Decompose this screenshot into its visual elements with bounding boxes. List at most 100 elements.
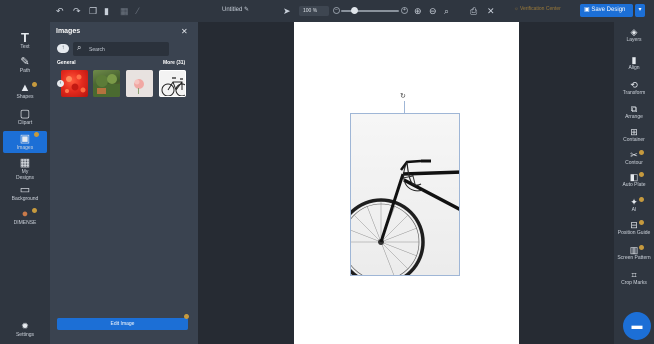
tool-label: Arrange — [625, 114, 643, 120]
sidebar-item-text[interactable]: T Text — [3, 31, 47, 50]
gear-icon: ✹ — [21, 321, 29, 331]
dimense-icon: ● — [21, 208, 29, 220]
zoom-out-magnifier-icon[interactable]: ⊖ — [429, 5, 437, 17]
badge-dot — [639, 220, 644, 225]
tool-auto-plate[interactable]: ◧ Auto Plate — [614, 172, 654, 188]
category-label: General — [57, 60, 76, 66]
zoom-slider-track[interactable] — [341, 10, 399, 12]
tool-arrange[interactable]: ⧉ Arrange — [614, 104, 654, 120]
rotate-handle-line — [404, 101, 405, 113]
tool-position-guide[interactable]: ⊟ Position Guide — [614, 220, 654, 236]
more-link[interactable]: More (31) — [163, 60, 185, 66]
sidebar-item-label: Settings — [15, 332, 35, 338]
tool-crop-marks[interactable]: ⌗ Crop Marks — [614, 270, 654, 286]
search-input[interactable] — [89, 45, 165, 54]
clipart-icon: ▢ — [19, 108, 31, 120]
align-icon: ▮ — [631, 55, 637, 65]
sidebar-item-path[interactable]: ✎ Path — [3, 56, 47, 74]
tool-label: Crop Marks — [621, 280, 647, 286]
copy-icon[interactable]: ❐ — [89, 5, 97, 17]
scroll-left-icon[interactable]: ‹ — [57, 80, 64, 87]
green-garden-thumbnail[interactable] — [93, 70, 120, 97]
edit-image-button[interactable]: Edit Image — [57, 318, 188, 330]
close-icon[interactable]: ✕ — [487, 5, 495, 17]
sidebar-item-clipart[interactable]: ▢ Clipart — [3, 108, 47, 126]
document-title[interactable]: Untitled ✎ — [222, 6, 249, 13]
sidebar-item-settings[interactable]: ✹ Settings — [3, 320, 47, 338]
badge-dot — [639, 150, 644, 155]
layers-icon: ◈ — [630, 27, 638, 37]
arrange-icon: ⧉ — [630, 104, 638, 114]
redo-icon[interactable]: ↷ — [73, 5, 81, 17]
pink-flower-thumbnail[interactable] — [126, 70, 153, 97]
rotate-handle-icon[interactable]: ↻ — [400, 92, 406, 100]
save-dropdown-button[interactable]: ▾ — [635, 4, 645, 17]
bicycle-image — [161, 77, 185, 96]
badge-dot — [32, 82, 37, 87]
sidebar-item-dimense[interactable]: ● DIMENSE — [3, 208, 47, 226]
sidebar-item-label: DIMENSE — [13, 220, 37, 226]
chevron-down-icon: ▾ — [638, 7, 642, 13]
grid-icon[interactable]: ▦ — [120, 5, 129, 17]
path-icon: ✎ — [20, 56, 30, 68]
zoom-input[interactable]: 100 % — [299, 6, 329, 16]
tool-label: Transform — [622, 90, 646, 96]
badge-dot — [639, 172, 644, 177]
tool-label: Screen Pattern — [617, 255, 651, 261]
bicycle-thumbnail[interactable] — [159, 70, 186, 97]
sidebar-item-label: Clipart — [17, 120, 33, 126]
badge-dot — [32, 208, 37, 213]
panel-title: Images — [56, 28, 81, 35]
tool-label: Position Guide — [617, 230, 651, 236]
document-title-text: Untitled — [222, 7, 243, 13]
tool-label: AI — [631, 207, 637, 213]
tool-label: Container — [623, 137, 645, 143]
verification-center-link[interactable]: ☼ Verification Center — [514, 6, 561, 12]
sidebar-item-background[interactable]: ▭ Background — [3, 184, 47, 202]
undo-icon[interactable]: ↶ — [56, 5, 64, 17]
badge-dot — [639, 197, 644, 202]
edit-title-icon[interactable]: ✎ — [244, 7, 249, 13]
sidebar-item-images[interactable]: ▣ Images — [3, 131, 47, 153]
fit-screen-icon[interactable]: ⌕ — [444, 5, 449, 17]
zoom-slider-thumb[interactable] — [351, 7, 358, 14]
zoom-in-plus-icon[interactable]: + — [401, 7, 408, 14]
red-abstract-thumbnail[interactable] — [61, 70, 88, 97]
sidebar-item-label: Text — [20, 44, 30, 50]
delete-icon[interactable]: ▮ — [104, 5, 109, 17]
close-panel-icon[interactable]: ✕ — [181, 27, 188, 36]
print-icon[interactable]: ⎙ — [470, 5, 477, 17]
pencil-icon[interactable]: ⁄ — [137, 5, 139, 17]
verification-label: Verification Center — [519, 6, 561, 12]
garden-image — [93, 74, 120, 97]
zoom-out-icon[interactable]: − — [333, 7, 340, 14]
tool-ai[interactable]: ✦ AI — [614, 197, 654, 213]
cloud-upload-icon[interactable]: ↑ — [57, 44, 69, 53]
my-designs-icon: ▦ — [19, 157, 31, 169]
save-design-button[interactable]: ▣ Save Design — [580, 4, 633, 17]
tool-transform[interactable]: ⟲ Transform — [614, 80, 654, 96]
badge-dot — [34, 132, 39, 137]
tool-screen-pattern[interactable]: ▥ Screen Pattern — [614, 245, 654, 261]
sidebar-item-my-designs[interactable]: ▦ My Designs — [3, 157, 47, 181]
zoom-in-icon[interactable]: ⊕ — [414, 5, 422, 17]
red-abstract-image — [65, 74, 86, 93]
tool-label: Auto Plate — [622, 182, 646, 188]
selected-bicycle-image[interactable] — [350, 113, 460, 276]
transform-icon: ⟲ — [630, 80, 638, 90]
tool-contour[interactable]: ✂ Contour — [614, 150, 654, 166]
pink-flower-image — [134, 79, 144, 94]
zoom-value: 100 — [303, 8, 312, 14]
cursor-icon[interactable]: ➤ — [283, 5, 291, 17]
sidebar-item-shapes[interactable]: ▲ Shapes — [3, 82, 47, 100]
tool-label: Align — [628, 65, 640, 71]
sidebar-item-label: Shapes — [16, 94, 34, 100]
verification-icon: ☼ — [514, 6, 519, 12]
tool-align[interactable]: ▮ Align — [614, 55, 654, 71]
chat-support-button[interactable]: ▬ — [623, 312, 651, 340]
tool-container[interactable]: ⊞ Container — [614, 127, 654, 143]
tool-layers[interactable]: ◈ Layers — [614, 27, 654, 43]
chat-bubble-icon: ▬ — [631, 320, 643, 332]
tool-label: Layers — [626, 37, 642, 43]
zoom-unit: % — [312, 8, 318, 14]
